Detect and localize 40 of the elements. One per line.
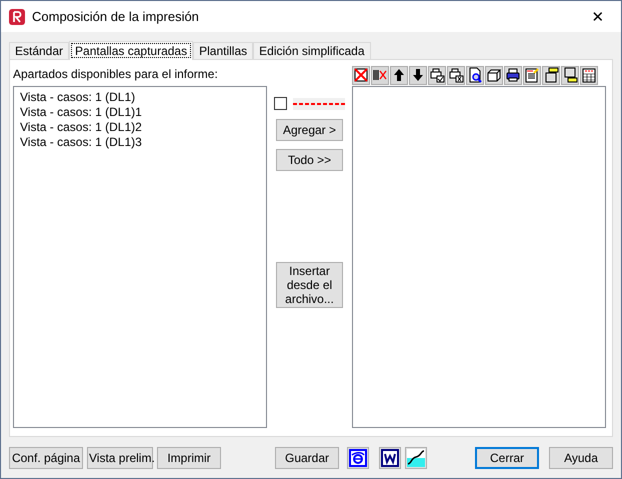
- printer-icon[interactable]: [504, 66, 522, 84]
- box-icon[interactable]: [485, 66, 503, 84]
- arrow-down-icon[interactable]: [409, 66, 427, 84]
- word-document-icon[interactable]: [379, 447, 401, 469]
- preview-icon[interactable]: [466, 66, 484, 84]
- tab[interactable]: Plantillas: [193, 42, 254, 59]
- app-logo-icon: [9, 8, 25, 24]
- window-title: Composición de la impresión: [32, 9, 200, 24]
- preview-button[interactable]: Vista prelim.: [87, 447, 153, 469]
- list-item[interactable]: Vista - casos: 1 (DL1): [20, 90, 260, 105]
- tab[interactable]: Pantallas capturadas: [69, 41, 194, 60]
- table-icon[interactable]: [580, 66, 598, 84]
- add-button[interactable]: Agregar >: [276, 119, 343, 141]
- available-list[interactable]: Vista - casos: 1 (DL1) Vista - casos: 1 (DL1)1 Vista - casos: 1 (DL1)2 Vista - casos: 1 (DL1)3: [13, 86, 267, 428]
- list-item[interactable]: Vista - casos: 1 (DL1)3: [20, 135, 260, 150]
- page-setup-button[interactable]: Conf. página: [9, 447, 83, 469]
- layout-bottom-icon[interactable]: [561, 66, 579, 84]
- close-dialog-button[interactable]: Cerrar: [475, 447, 539, 469]
- chart-icon[interactable]: [405, 447, 427, 469]
- delete-all-icon[interactable]: [371, 66, 389, 84]
- layout-top-icon[interactable]: [542, 66, 560, 84]
- printer-check-icon[interactable]: [428, 66, 446, 84]
- separator-checkbox[interactable]: [274, 97, 287, 110]
- help-button[interactable]: Ayuda: [549, 447, 613, 469]
- tab[interactable]: Estándar: [9, 42, 70, 59]
- tab[interactable]: Edición simplificada: [253, 42, 371, 59]
- print-button[interactable]: Imprimir: [157, 447, 221, 469]
- delete-icon[interactable]: [352, 66, 370, 84]
- browser-icon[interactable]: [347, 447, 369, 469]
- list-item[interactable]: Vista - casos: 1 (DL1)1: [20, 105, 260, 120]
- arrow-up-icon[interactable]: [390, 66, 408, 84]
- list-item[interactable]: Vista - casos: 1 (DL1)2: [20, 120, 260, 135]
- printer-cross-icon[interactable]: [447, 66, 465, 84]
- list-label: Apartados disponibles para el informe:: [13, 66, 219, 83]
- add-all-button[interactable]: Todo >>: [276, 149, 343, 171]
- edit-document-icon[interactable]: [523, 66, 541, 84]
- save-button[interactable]: Guardar: [275, 447, 339, 469]
- dashed-line-sample: [293, 98, 345, 110]
- insert-from-file-button[interactable]: Insertar desde el archivo...: [276, 262, 343, 308]
- close-button[interactable]: ✕: [583, 4, 613, 30]
